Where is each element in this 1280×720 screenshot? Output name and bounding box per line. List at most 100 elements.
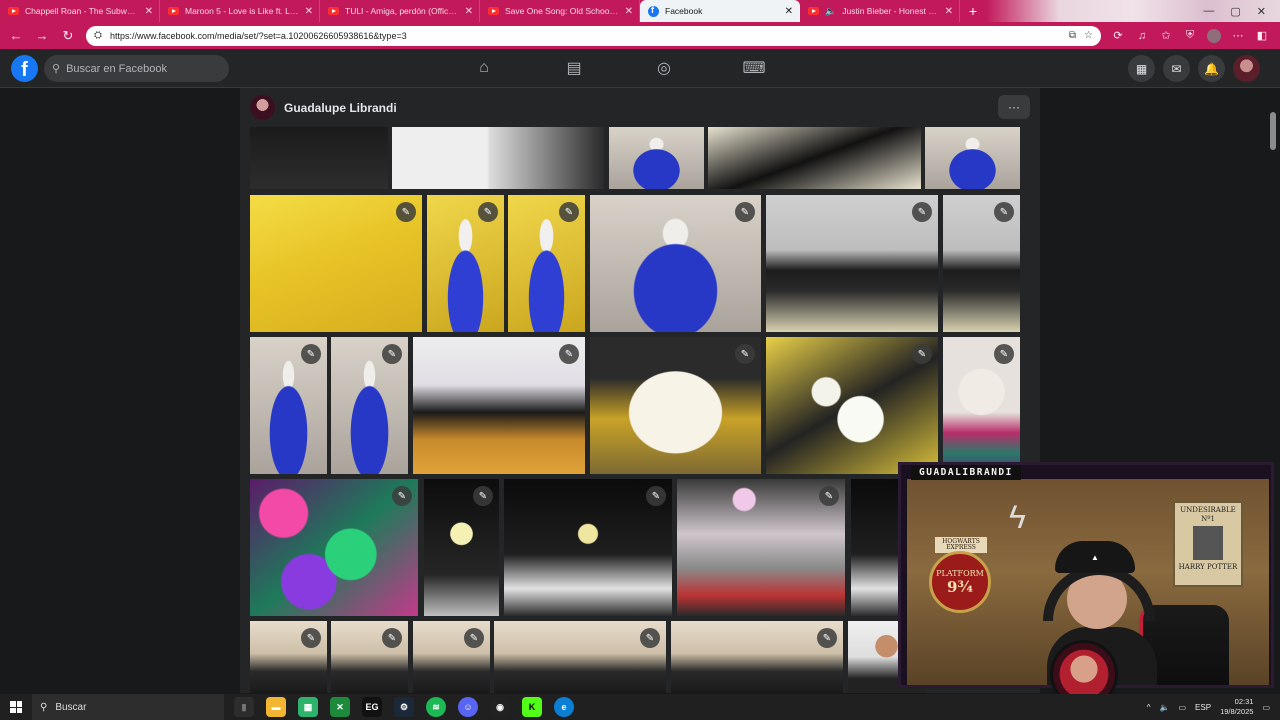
edit-photo-icon[interactable]: ✎ bbox=[994, 344, 1014, 364]
album-photo[interactable]: ✎ bbox=[766, 195, 938, 332]
edge-icon[interactable]: e bbox=[554, 697, 574, 717]
edit-photo-icon[interactable]: ✎ bbox=[735, 344, 755, 364]
app-install-icon[interactable]: ⧉ bbox=[1069, 30, 1076, 41]
search-placeholder[interactable]: Buscar en Facebook bbox=[66, 63, 167, 75]
more-options-button[interactable]: ··· bbox=[998, 95, 1030, 119]
tab-facebook[interactable]: Facebook ✕ bbox=[640, 0, 800, 22]
album-photo[interactable]: ✎ bbox=[590, 337, 761, 474]
shield-icon[interactable]: ⛨ bbox=[1183, 29, 1197, 42]
owner-avatar[interactable] bbox=[250, 95, 275, 120]
album-photo[interactable]: ✎ bbox=[943, 195, 1020, 332]
home-icon[interactable]: ⌂ bbox=[470, 57, 498, 79]
volume-icon[interactable]: 🔈 bbox=[1160, 703, 1170, 712]
minecraft-icon[interactable]: ▦ bbox=[298, 697, 318, 717]
maximize-icon[interactable]: ▢ bbox=[1230, 5, 1240, 18]
close-icon[interactable]: ✕ bbox=[785, 6, 793, 17]
gaming-icon[interactable]: ⌨ bbox=[740, 57, 768, 79]
discord-icon[interactable]: ☺ bbox=[458, 697, 478, 717]
edit-photo-icon[interactable]: ✎ bbox=[301, 628, 321, 648]
album-photo[interactable]: ✎ bbox=[331, 621, 408, 693]
network-icon[interactable]: ▭ bbox=[1178, 703, 1186, 712]
marketplace-icon[interactable]: ▤ bbox=[560, 57, 588, 79]
kick-icon[interactable]: K bbox=[522, 697, 542, 717]
edit-photo-icon[interactable]: ✎ bbox=[559, 202, 579, 222]
epic-games-icon[interactable]: EG bbox=[362, 697, 382, 717]
facebook-search[interactable]: ⚲ Buscar en Facebook bbox=[44, 55, 229, 82]
extension-icon[interactable]: ⟳ bbox=[1111, 29, 1125, 42]
album-photo[interactable] bbox=[392, 127, 604, 189]
url-text[interactable]: https://www.facebook.com/media/set/?set=… bbox=[110, 31, 1061, 41]
album-photo[interactable] bbox=[925, 127, 1020, 189]
album-photo[interactable]: ✎ bbox=[250, 195, 422, 332]
close-icon[interactable]: ✕ bbox=[145, 6, 153, 17]
album-photo[interactable]: ✎ bbox=[494, 621, 666, 693]
album-photo[interactable]: ✎ bbox=[250, 337, 327, 474]
edit-photo-icon[interactable]: ✎ bbox=[392, 486, 412, 506]
chevron-up-icon[interactable]: ^ bbox=[1147, 703, 1151, 712]
forward-icon[interactable]: → bbox=[34, 28, 50, 43]
album-photo[interactable]: ✎ bbox=[677, 479, 845, 616]
album-photo[interactable]: ✎ bbox=[590, 195, 761, 332]
file-explorer-icon[interactable]: ▬ bbox=[266, 697, 286, 717]
edit-photo-icon[interactable]: ✎ bbox=[912, 344, 932, 364]
music-extension-icon[interactable]: ♫ bbox=[1135, 30, 1149, 42]
speaker-icon[interactable]: 🔈 bbox=[825, 6, 836, 17]
album-photo[interactable]: ✎ bbox=[413, 621, 490, 693]
album-photo[interactable]: ✎ bbox=[766, 337, 938, 474]
menu-grid-icon[interactable]: ▦ bbox=[1128, 55, 1155, 82]
edit-photo-icon[interactable]: ✎ bbox=[473, 486, 493, 506]
edit-photo-icon[interactable]: ✎ bbox=[994, 202, 1014, 222]
album-photo[interactable] bbox=[250, 127, 388, 189]
taskbar-search[interactable]: ⚲ Buscar bbox=[32, 694, 224, 720]
edit-photo-icon[interactable]: ✎ bbox=[646, 486, 666, 506]
tab-tuli[interactable]: TULI - Amiga, perdón (Official Vi ✕ bbox=[320, 0, 480, 22]
facebook-logo[interactable]: f bbox=[11, 55, 38, 82]
edit-photo-icon[interactable]: ✎ bbox=[735, 202, 755, 222]
album-photo[interactable]: ✎ bbox=[413, 337, 585, 474]
copilot-icon[interactable]: ◧ bbox=[1255, 29, 1269, 42]
album-photo[interactable] bbox=[609, 127, 704, 189]
album-photo[interactable] bbox=[708, 127, 921, 189]
tab-save-one-song[interactable]: Save One Song: Old School Editio ✕ bbox=[480, 0, 640, 22]
edit-photo-icon[interactable]: ✎ bbox=[396, 202, 416, 222]
tab-chappell-roan[interactable]: Chappell Roan - The Subway (Offi ✕ bbox=[0, 0, 160, 22]
edit-photo-icon[interactable]: ✎ bbox=[819, 486, 839, 506]
close-icon[interactable]: ✕ bbox=[945, 6, 953, 17]
back-icon[interactable]: ← bbox=[8, 28, 24, 43]
page-scrollbar-thumb[interactable] bbox=[1270, 112, 1276, 150]
album-photo[interactable]: ✎ bbox=[250, 479, 418, 616]
tab-maroon-5[interactable]: Maroon 5 - Love is Like ft. Lil Way ✕ bbox=[160, 0, 320, 22]
album-photo[interactable]: ✎ bbox=[424, 479, 499, 616]
start-button[interactable] bbox=[0, 694, 32, 720]
reload-icon[interactable]: ↻ bbox=[60, 28, 76, 44]
profile-avatar[interactable] bbox=[1207, 28, 1221, 43]
edit-photo-icon[interactable]: ✎ bbox=[640, 628, 660, 648]
site-info-icon[interactable]: ⛭ bbox=[94, 30, 102, 41]
edit-photo-icon[interactable]: ✎ bbox=[382, 628, 402, 648]
notifications-icon[interactable]: 🔔 bbox=[1198, 55, 1225, 82]
account-avatar[interactable] bbox=[1233, 55, 1260, 82]
taskbar-search-label[interactable]: Buscar bbox=[55, 702, 86, 713]
notifications-center-icon[interactable]: ▭ bbox=[1262, 703, 1270, 712]
xbox-icon[interactable]: ✕ bbox=[330, 697, 350, 717]
edit-photo-icon[interactable]: ✎ bbox=[912, 202, 932, 222]
new-tab-button[interactable]: + bbox=[960, 0, 986, 22]
tab-justin-bieber[interactable]: 🔈 Justin Bieber - Honest ft. Do ✕ bbox=[800, 0, 960, 22]
edit-photo-icon[interactable]: ✎ bbox=[382, 344, 402, 364]
album-photo[interactable]: ✎ bbox=[427, 195, 504, 332]
album-photo[interactable]: ✎ bbox=[943, 337, 1020, 474]
address-bar[interactable]: ⛭ https://www.facebook.com/media/set/?se… bbox=[86, 25, 1101, 46]
favorite-star-icon[interactable]: ☆ bbox=[1084, 30, 1093, 41]
minimize-icon[interactable]: — bbox=[1203, 5, 1214, 17]
album-photo[interactable]: ✎ bbox=[671, 621, 843, 693]
close-icon[interactable]: ✕ bbox=[465, 6, 473, 17]
spotify-icon[interactable]: ≋ bbox=[426, 697, 446, 717]
album-photo[interactable]: ✎ bbox=[508, 195, 585, 332]
more-menu-icon[interactable]: ⋯ bbox=[1231, 29, 1245, 42]
edit-photo-icon[interactable]: ✎ bbox=[478, 202, 498, 222]
favorites-icon[interactable]: ✩ bbox=[1159, 29, 1173, 42]
groups-icon[interactable]: ◎ bbox=[650, 57, 678, 79]
obs-icon[interactable]: ◉ bbox=[490, 697, 510, 717]
close-icon[interactable]: ✕ bbox=[305, 6, 313, 17]
task-view-icon[interactable]: ▮ bbox=[234, 697, 254, 717]
